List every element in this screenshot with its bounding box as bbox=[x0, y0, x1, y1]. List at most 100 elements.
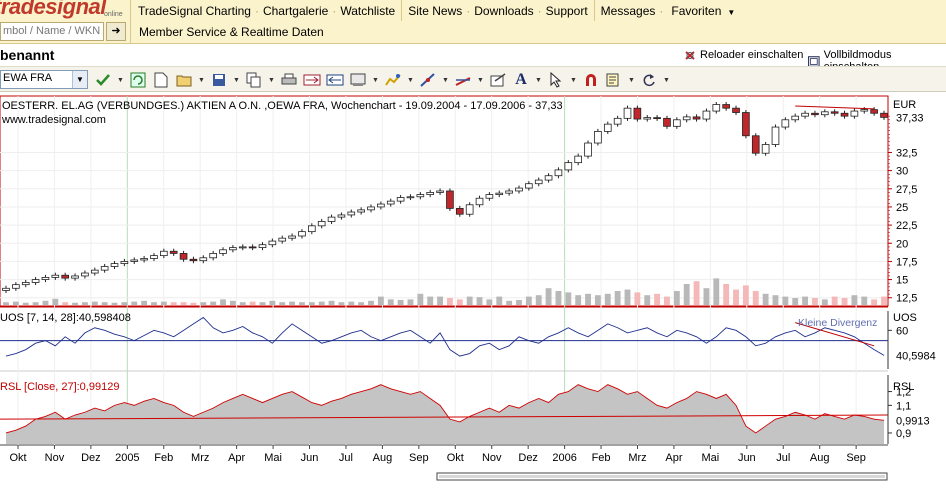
volume-bar bbox=[575, 295, 582, 305]
rsl-last-value: 0,9913 bbox=[896, 416, 930, 428]
volume-bar bbox=[318, 301, 325, 305]
chart-scrollbar-thumb[interactable] bbox=[439, 475, 885, 478]
menu-tradesignal-charting[interactable]: TradeSignal Charting bbox=[134, 4, 255, 18]
settings-icon[interactable] bbox=[605, 71, 623, 89]
chart-area[interactable]: 60 40,5984 1,2 1,1 0,9 0,9913 Okt Nov Dez 2005 F… bbox=[0, 93, 946, 488]
print-icon[interactable] bbox=[280, 71, 298, 89]
volume-bar bbox=[624, 289, 631, 305]
x-tick-label: Jun bbox=[301, 452, 319, 464]
price-candle bbox=[268, 240, 277, 246]
volume-bar bbox=[486, 299, 493, 305]
price-last-value: 37,33 bbox=[896, 112, 924, 124]
price-candle bbox=[742, 112, 750, 137]
window-icon[interactable] bbox=[326, 71, 344, 89]
price-panel-title: OESTERR. EL.AG (VERBUNDGES.) AKTIEN A O.… bbox=[2, 100, 563, 112]
chart-svg[interactable]: 6040,5984 1,21,10,90,9913 Okt Nov Dez 2005 F… bbox=[0, 93, 946, 488]
volume-bar bbox=[723, 284, 730, 305]
refresh-icon[interactable] bbox=[129, 71, 147, 89]
uos-last-value: 40,5984 bbox=[896, 350, 936, 362]
menu-messages[interactable]: Messages bbox=[597, 4, 660, 18]
chevron-down-icon[interactable]: ▼ bbox=[233, 77, 240, 84]
volume-bar bbox=[377, 296, 384, 305]
volume-bar bbox=[752, 291, 759, 305]
price-candle bbox=[31, 279, 40, 283]
member-service-link[interactable]: Member Service & Realtime Daten bbox=[130, 21, 324, 43]
price-candle bbox=[761, 144, 770, 154]
price-candle bbox=[110, 263, 119, 267]
text-tool-icon[interactable]: A bbox=[512, 71, 530, 89]
price-y-tick-label: 25 bbox=[896, 202, 908, 214]
price-candle bbox=[525, 183, 533, 189]
chevron-down-icon[interactable]: ▼ bbox=[477, 77, 484, 84]
menu-chartgalerie[interactable]: Chartgalerie bbox=[259, 4, 332, 18]
chevron-down-icon[interactable]: ▼ bbox=[570, 77, 577, 84]
price-candle bbox=[633, 107, 642, 120]
x-tick-label: Mai bbox=[264, 452, 282, 464]
menu-support[interactable]: Support bbox=[542, 4, 592, 18]
drawing-icon[interactable] bbox=[349, 71, 367, 89]
chevron-down-icon[interactable]: ▼ bbox=[628, 77, 635, 84]
chevron-down-icon[interactable]: ▼ bbox=[198, 77, 205, 84]
x-tick-label: Jul bbox=[339, 452, 353, 464]
menu-watchliste[interactable]: Watchliste bbox=[336, 4, 399, 18]
magnet-icon[interactable] bbox=[582, 71, 600, 89]
indicator-icon[interactable] bbox=[384, 71, 402, 89]
price-candle bbox=[317, 221, 326, 227]
chevron-down-icon[interactable]: ▼ bbox=[268, 77, 275, 84]
chevron-down-icon[interactable]: ▼ bbox=[407, 77, 414, 84]
volume-bar bbox=[654, 293, 661, 305]
link-icon[interactable] bbox=[303, 71, 321, 89]
search-go-button[interactable]: ➜ bbox=[106, 22, 126, 41]
price-candle bbox=[840, 112, 849, 117]
properties-icon[interactable] bbox=[489, 71, 507, 89]
price-candle bbox=[771, 126, 780, 145]
price-currency-label: EUR bbox=[893, 99, 916, 111]
x-tick-label: Jun bbox=[738, 452, 756, 464]
menu-divider bbox=[401, 0, 403, 21]
volume-bar bbox=[101, 302, 108, 305]
chevron-down-icon[interactable]: ▼ bbox=[117, 77, 124, 84]
chevron-down-icon[interactable]: ▼ bbox=[442, 77, 449, 84]
volume-bar bbox=[249, 301, 256, 305]
drawing-tools-icon[interactable] bbox=[454, 71, 472, 89]
redo-icon[interactable] bbox=[640, 71, 658, 89]
volume-bar bbox=[427, 296, 434, 305]
open-folder-icon[interactable] bbox=[175, 71, 193, 89]
volume-bar bbox=[12, 301, 19, 305]
volume-bar bbox=[703, 288, 710, 305]
trendline-icon[interactable] bbox=[419, 71, 437, 89]
volume-bar bbox=[52, 298, 59, 305]
volume-bar bbox=[299, 302, 305, 305]
reloader-label: Reloader einschalten bbox=[700, 49, 804, 61]
price-candle bbox=[811, 112, 819, 116]
price-candle bbox=[436, 190, 444, 193]
copy-icon[interactable] bbox=[245, 71, 263, 89]
price-candle bbox=[495, 192, 504, 196]
check-icon[interactable] bbox=[94, 71, 112, 89]
save-icon[interactable] bbox=[210, 71, 228, 89]
logo-text: tradesignal bbox=[0, 0, 106, 19]
tradesignal-logo[interactable]: tradesignal online bbox=[0, 0, 130, 20]
price-candle bbox=[288, 235, 296, 239]
price-candle bbox=[357, 209, 365, 213]
price-candle bbox=[238, 246, 247, 249]
price-candle bbox=[81, 272, 89, 277]
reloader-toggle[interactable]: Reloader einschalten bbox=[684, 49, 803, 61]
menu-site-news[interactable]: Site News bbox=[404, 4, 466, 18]
menu-downloads[interactable]: Downloads bbox=[470, 4, 537, 18]
pointer-icon[interactable] bbox=[547, 71, 565, 89]
price-candle bbox=[446, 190, 454, 209]
volume-bar bbox=[22, 302, 29, 305]
price-candle bbox=[475, 197, 484, 206]
symbol-select[interactable]: EWA FRA ▼ bbox=[0, 70, 88, 89]
volume-bar bbox=[456, 299, 463, 305]
uos-panel-label: UOS [7, 14, 28]:40,598408 bbox=[0, 312, 131, 324]
chevron-down-icon[interactable]: ▼ bbox=[535, 77, 542, 84]
menu-favoriten[interactable]: Favoriten ▼ bbox=[663, 4, 743, 18]
chevron-down-icon: ▼ bbox=[727, 7, 736, 17]
chevron-down-icon[interactable]: ▼ bbox=[663, 77, 670, 84]
chevron-down-icon[interactable]: ▼ bbox=[372, 77, 379, 84]
symbol-search-input[interactable]: mbol / Name / WKN bbox=[0, 22, 104, 41]
price-candle bbox=[51, 274, 60, 278]
new-document-icon[interactable] bbox=[152, 71, 170, 89]
